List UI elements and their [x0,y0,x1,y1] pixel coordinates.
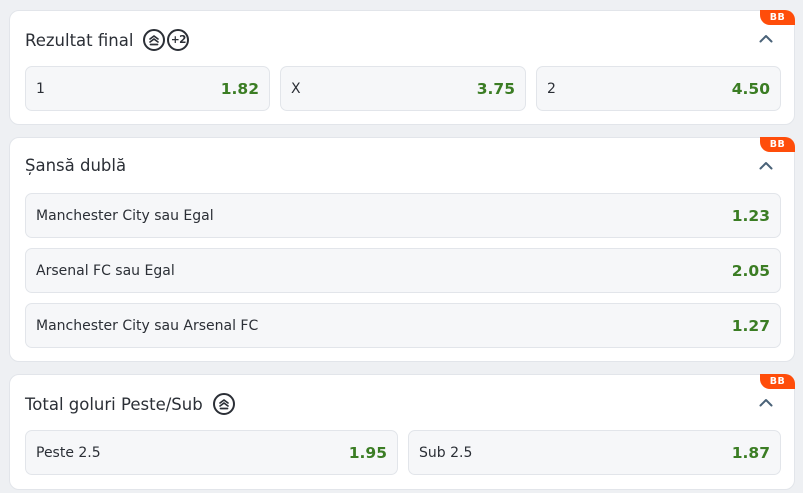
bb-badge: BB [760,374,795,389]
odd-value: 1.82 [220,79,259,98]
odd-button-arsenal-or-draw[interactable]: Arsenal FC sau Egal 2.05 [25,248,781,293]
odd-button-over[interactable]: Peste 2.5 1.95 [25,430,398,475]
odd-value: 1.87 [731,443,770,462]
odd-button-city-or-draw[interactable]: Manchester City sau Egal 1.23 [25,193,781,238]
market-title: Rezultat final [25,30,134,50]
odd-value: 4.50 [731,79,770,98]
market-header[interactable]: Șansă dublă [25,153,126,177]
odd-value: 1.23 [731,206,770,225]
odd-value: 1.95 [348,443,387,462]
bb-badge: BB [760,137,795,152]
odd-button-1[interactable]: 1 1.82 [25,66,270,111]
market-header[interactable]: Total goluri Peste/Sub [25,392,235,416]
odd-label: Arsenal FC sau Egal [36,262,175,279]
odd-value: 3.75 [476,79,515,98]
plus-two-icon[interactable]: +2 [167,29,190,51]
market-card-sansa-dubla: BB Șansă dublă Manchester City sau Egal … [9,137,795,362]
market-card-rezultat-final: BB Rezultat final +2 1 1.82 X 3.75 2 4.5… [9,10,795,125]
odd-value: 1.27 [731,316,770,335]
chevron-up-icon[interactable] [757,156,775,174]
odd-label: Manchester City sau Egal [36,207,214,224]
odd-button-city-or-arsenal[interactable]: Manchester City sau Arsenal FC 1.27 [25,303,781,348]
odd-value: 2.05 [731,261,770,280]
bet-builder-icon [212,393,235,415]
bb-badge: BB [760,10,795,25]
odd-label: Peste 2.5 [36,444,101,461]
odd-button-2[interactable]: 2 4.50 [536,66,781,111]
odd-label: 1 [36,80,45,97]
odd-label: 2 [547,80,556,97]
market-title: Total goluri Peste/Sub [25,394,203,414]
market-title: Șansă dublă [25,155,127,175]
odd-button-x[interactable]: X 3.75 [280,66,526,111]
odd-label: Manchester City sau Arsenal FC [36,317,259,334]
odd-label: Sub 2.5 [419,444,473,461]
market-card-total-goluri: BB Total goluri Peste/Sub Peste 2.5 1.95… [9,374,795,490]
chevron-up-icon[interactable] [757,393,775,411]
odd-button-under[interactable]: Sub 2.5 1.87 [408,430,781,475]
bet-builder-icon [143,29,166,51]
market-header[interactable]: Rezultat final +2 [25,28,190,52]
odd-label: X [291,80,301,97]
chevron-up-icon[interactable] [757,29,775,47]
